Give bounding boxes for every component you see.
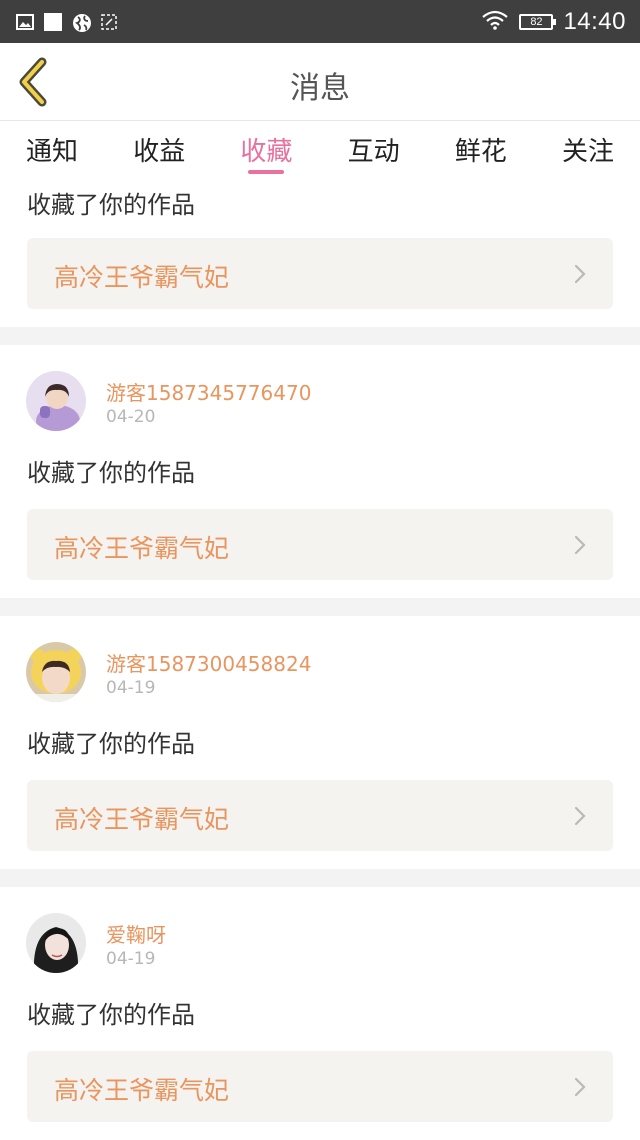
top-nav-bar: 消息: [0, 43, 640, 121]
page-title: 消息: [290, 71, 350, 106]
user-name[interactable]: 游客1587300458824: [106, 648, 311, 677]
user-row: 游客1587300458824 04-19: [0, 616, 640, 718]
action-text: 收藏了你的作品: [27, 191, 195, 219]
message-date: 04-20: [106, 407, 156, 427]
work-title: 高冷王爷霸气妃: [54, 534, 230, 563]
user-row: 游客1587345776470 04-20: [0, 345, 640, 447]
work-link[interactable]: 高冷王爷霸气妃: [27, 780, 613, 851]
list-item: 游客1587345776470 04-20 收藏了你的作品 高冷王爷霸气妃: [0, 345, 640, 598]
screenshot-icon: [100, 13, 118, 31]
message-list: 收藏了你的作品 高冷王爷霸气妃 游客1587345776470 04-20 收藏…: [0, 183, 640, 1140]
globe-icon: [72, 13, 91, 32]
work-title: 高冷王爷霸气妃: [54, 1076, 230, 1105]
divider: [0, 869, 640, 887]
tab-favorites[interactable]: 收藏: [240, 121, 292, 183]
chevron-right-icon: [574, 806, 586, 826]
work-link[interactable]: 高冷王爷霸气妃: [27, 238, 613, 309]
message-tabs: 通知 收益 收藏 互动 鲜花 关注: [0, 121, 640, 183]
battery-level: 82: [530, 15, 543, 28]
action-text: 收藏了你的作品: [27, 1001, 195, 1029]
chevron-right-icon: [574, 264, 586, 284]
work-link[interactable]: 高冷王爷霸气妃: [27, 1051, 613, 1122]
work-link[interactable]: 高冷王爷霸气妃: [27, 509, 613, 580]
tab-flowers[interactable]: 鲜花: [455, 121, 507, 183]
tab-earnings[interactable]: 收益: [133, 121, 185, 183]
tab-follow[interactable]: 关注: [562, 121, 614, 183]
status-time: 14:40: [563, 7, 626, 35]
work-title: 高冷王爷霸气妃: [54, 805, 230, 834]
image-icon: [16, 13, 34, 31]
list-item: 游客1587300458824 04-19 收藏了你的作品 高冷王爷霸气妃: [0, 616, 640, 869]
chevron-right-icon: [574, 535, 586, 555]
divider: [0, 327, 640, 345]
tab-notification[interactable]: 通知: [26, 121, 78, 183]
square-icon: [44, 12, 62, 31]
avatar[interactable]: [26, 642, 86, 702]
wifi-icon: [481, 10, 509, 34]
user-name[interactable]: 爱鞠呀: [106, 919, 166, 948]
avatar[interactable]: [26, 371, 86, 431]
battery-icon: 82: [519, 13, 557, 30]
divider: [0, 598, 640, 616]
list-item: 爱鞠呀 04-19 收藏了你的作品 高冷王爷霸气妃: [0, 887, 640, 1140]
user-name[interactable]: 游客1587345776470: [106, 377, 311, 406]
work-title: 高冷王爷霸气妃: [54, 263, 230, 292]
action-text: 收藏了你的作品: [27, 730, 195, 758]
list-item: 收藏了你的作品 高冷王爷霸气妃: [0, 183, 640, 327]
user-row: 爱鞠呀 04-19: [0, 887, 640, 989]
message-date: 04-19: [106, 678, 156, 698]
message-date: 04-19: [106, 949, 156, 969]
avatar[interactable]: [26, 913, 86, 973]
status-bar: 82 14:40: [0, 0, 640, 43]
chevron-right-icon: [574, 1077, 586, 1097]
tab-interaction[interactable]: 互动: [348, 121, 400, 183]
action-text: 收藏了你的作品: [27, 459, 195, 487]
